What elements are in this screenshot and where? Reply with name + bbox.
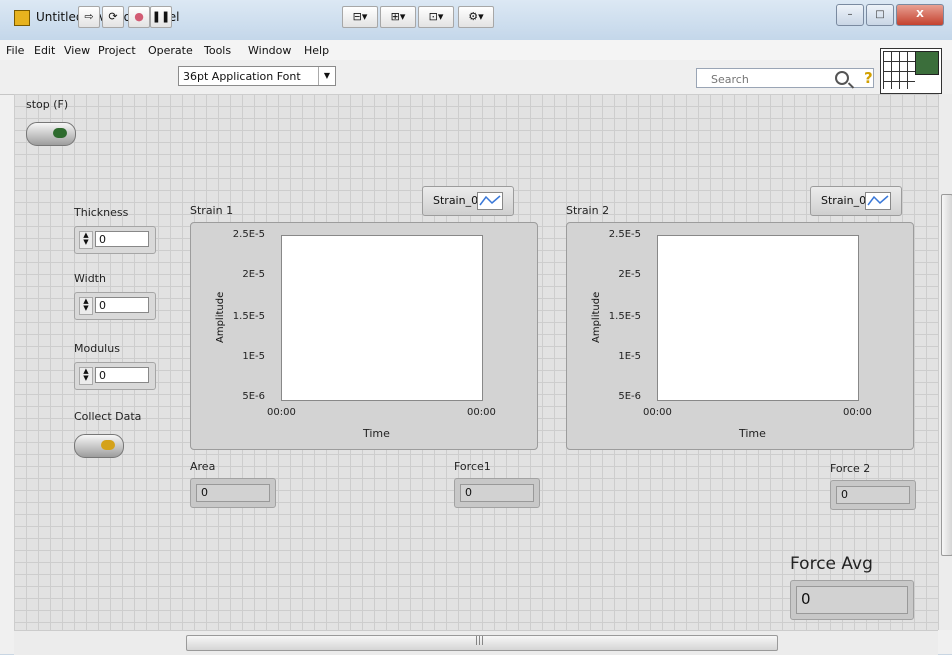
y-tick: 2E-5 [242, 269, 265, 280]
force1-label: Force1 [454, 460, 491, 473]
stop-indicator-knob [53, 128, 67, 138]
force2-indicator[interactable]: 0 [830, 480, 916, 510]
menu-view[interactable]: View [64, 44, 90, 57]
y-tick: 5E-6 [242, 391, 265, 402]
y-tick: 5E-6 [618, 391, 641, 402]
plot-area[interactable] [281, 235, 483, 401]
stop-button[interactable] [26, 122, 76, 146]
force-avg-label: Force Avg [790, 554, 873, 574]
force1-indicator[interactable]: 0 [454, 478, 540, 508]
y-tick: 2.5E-5 [608, 229, 641, 240]
width-field[interactable]: 0 [95, 297, 149, 313]
menu-window[interactable]: Window [248, 44, 291, 57]
labview-window: Untitled 1.vi Front Panel – □ X File Edi… [0, 0, 952, 655]
force2-value: 0 [836, 486, 910, 504]
thickness-control[interactable]: ▲ ▼ 0 [74, 226, 156, 254]
x-tick: 00:00 [843, 407, 872, 418]
y-tick: 1.5E-5 [608, 311, 641, 322]
run-arrow-icon[interactable]: ⇨ [78, 6, 100, 28]
menu-tools[interactable]: Tools [204, 44, 231, 57]
menu-file[interactable]: File [6, 44, 24, 57]
x-tick: 00:00 [467, 407, 496, 418]
menu-operate[interactable]: Operate [148, 44, 193, 57]
menu-edit[interactable]: Edit [34, 44, 55, 57]
connector-pane[interactable] [880, 48, 942, 94]
connector-grid [883, 51, 915, 89]
increment-decrement-icon[interactable]: ▲ ▼ [79, 367, 93, 385]
force1-value: 0 [460, 484, 534, 502]
vi-icon-pane [915, 51, 939, 75]
thickness-field[interactable]: 0 [95, 231, 149, 247]
force2-label: Force 2 [830, 462, 871, 475]
window-controls: – □ X [834, 4, 944, 26]
menu-project[interactable]: Project [98, 44, 136, 57]
x-tick: 00:00 [267, 407, 296, 418]
vertical-scrollbar[interactable] [938, 94, 952, 630]
thickness-label: Thickness [74, 206, 129, 219]
x-axis-label: Time [363, 427, 390, 440]
search-box[interactable] [696, 68, 874, 88]
waveform-graph-strain-1[interactable]: 2.5E-5 2E-5 1.5E-5 1E-5 5E-6 Amplitude 0… [190, 222, 538, 450]
area-label: Area [190, 460, 216, 473]
plot-line-icon [477, 192, 503, 210]
graph-label-strain-1: Strain 1 [190, 204, 234, 217]
close-button[interactable]: X [896, 4, 944, 26]
search-input[interactable] [709, 70, 853, 88]
y-tick: 1E-5 [242, 351, 265, 362]
legend-name: Strain_0 [821, 194, 867, 207]
menu-help[interactable]: Help [304, 44, 329, 57]
plot-legend-1[interactable]: Strain_0 [422, 186, 514, 216]
help-icon[interactable]: ? [864, 69, 873, 87]
collect-data-button[interactable] [74, 434, 124, 458]
collect-data-knob [101, 440, 115, 450]
vertical-scroll-thumb[interactable] [941, 194, 952, 556]
horizontal-scroll-thumb[interactable]: ||| [186, 635, 778, 651]
x-tick: 00:00 [643, 407, 672, 418]
force-avg-indicator[interactable]: 0 [790, 580, 914, 620]
run-continuously-icon[interactable]: ⟳ [102, 6, 124, 28]
resize-objects-icon[interactable]: ⊡▾ [418, 6, 454, 28]
search-icon[interactable] [835, 71, 849, 85]
horizontal-scrollbar[interactable]: ||| [14, 630, 938, 655]
distribute-objects-icon[interactable]: ⊞▾ [380, 6, 416, 28]
plot-line-icon [865, 192, 891, 210]
maximize-button[interactable]: □ [866, 4, 894, 26]
chevron-down-icon: ▼ [318, 67, 335, 85]
abort-icon[interactable]: ● [128, 6, 150, 28]
y-tick: 2E-5 [618, 269, 641, 280]
area-value: 0 [196, 484, 270, 502]
collect-data-label: Collect Data [74, 410, 142, 423]
legend-name: Strain_0 [433, 194, 479, 207]
pause-icon[interactable]: ❚❚ [150, 6, 172, 28]
modulus-field[interactable]: 0 [95, 367, 149, 383]
plot-legend-2[interactable]: Strain_0 [810, 186, 902, 216]
graph-label-strain-2: Strain 2 [566, 204, 610, 217]
scroll-grip-icon: ||| [475, 636, 485, 646]
reorder-icon[interactable]: ⚙▾ [458, 6, 494, 28]
increment-decrement-icon[interactable]: ▲ ▼ [79, 297, 93, 315]
align-objects-icon[interactable]: ⊟▾ [342, 6, 378, 28]
menu-bar: File Edit View Project Operate Tools Win… [0, 40, 952, 60]
font-select[interactable]: 36pt Application Font ▼ [178, 66, 336, 86]
force-avg-value: 0 [796, 586, 908, 614]
y-tick: 1E-5 [618, 351, 641, 362]
y-tick: 2.5E-5 [232, 229, 265, 240]
width-label: Width [74, 272, 106, 285]
y-tick: 1.5E-5 [232, 311, 265, 322]
y-axis-label: Amplitude [215, 291, 226, 343]
front-panel: stop (F) Thickness ▲ ▼ 0 Width ▲ ▼ 0 Modul… [14, 94, 938, 630]
y-axis-label: Amplitude [591, 291, 602, 343]
vi-icon [14, 10, 30, 26]
font-select-value: 36pt Application Font [183, 70, 301, 83]
width-control[interactable]: ▲ ▼ 0 [74, 292, 156, 320]
area-indicator[interactable]: 0 [190, 478, 276, 508]
increment-decrement-icon[interactable]: ▲ ▼ [79, 231, 93, 249]
minimize-button[interactable]: – [836, 4, 864, 26]
waveform-graph-strain-2[interactable]: 2.5E-5 2E-5 1.5E-5 1E-5 5E-6 Amplitude 0… [566, 222, 914, 450]
modulus-label: Modulus [74, 342, 120, 355]
x-axis-label: Time [739, 427, 766, 440]
stop-label: stop (F) [26, 98, 69, 111]
modulus-control[interactable]: ▲ ▼ 0 [74, 362, 156, 390]
plot-area[interactable] [657, 235, 859, 401]
